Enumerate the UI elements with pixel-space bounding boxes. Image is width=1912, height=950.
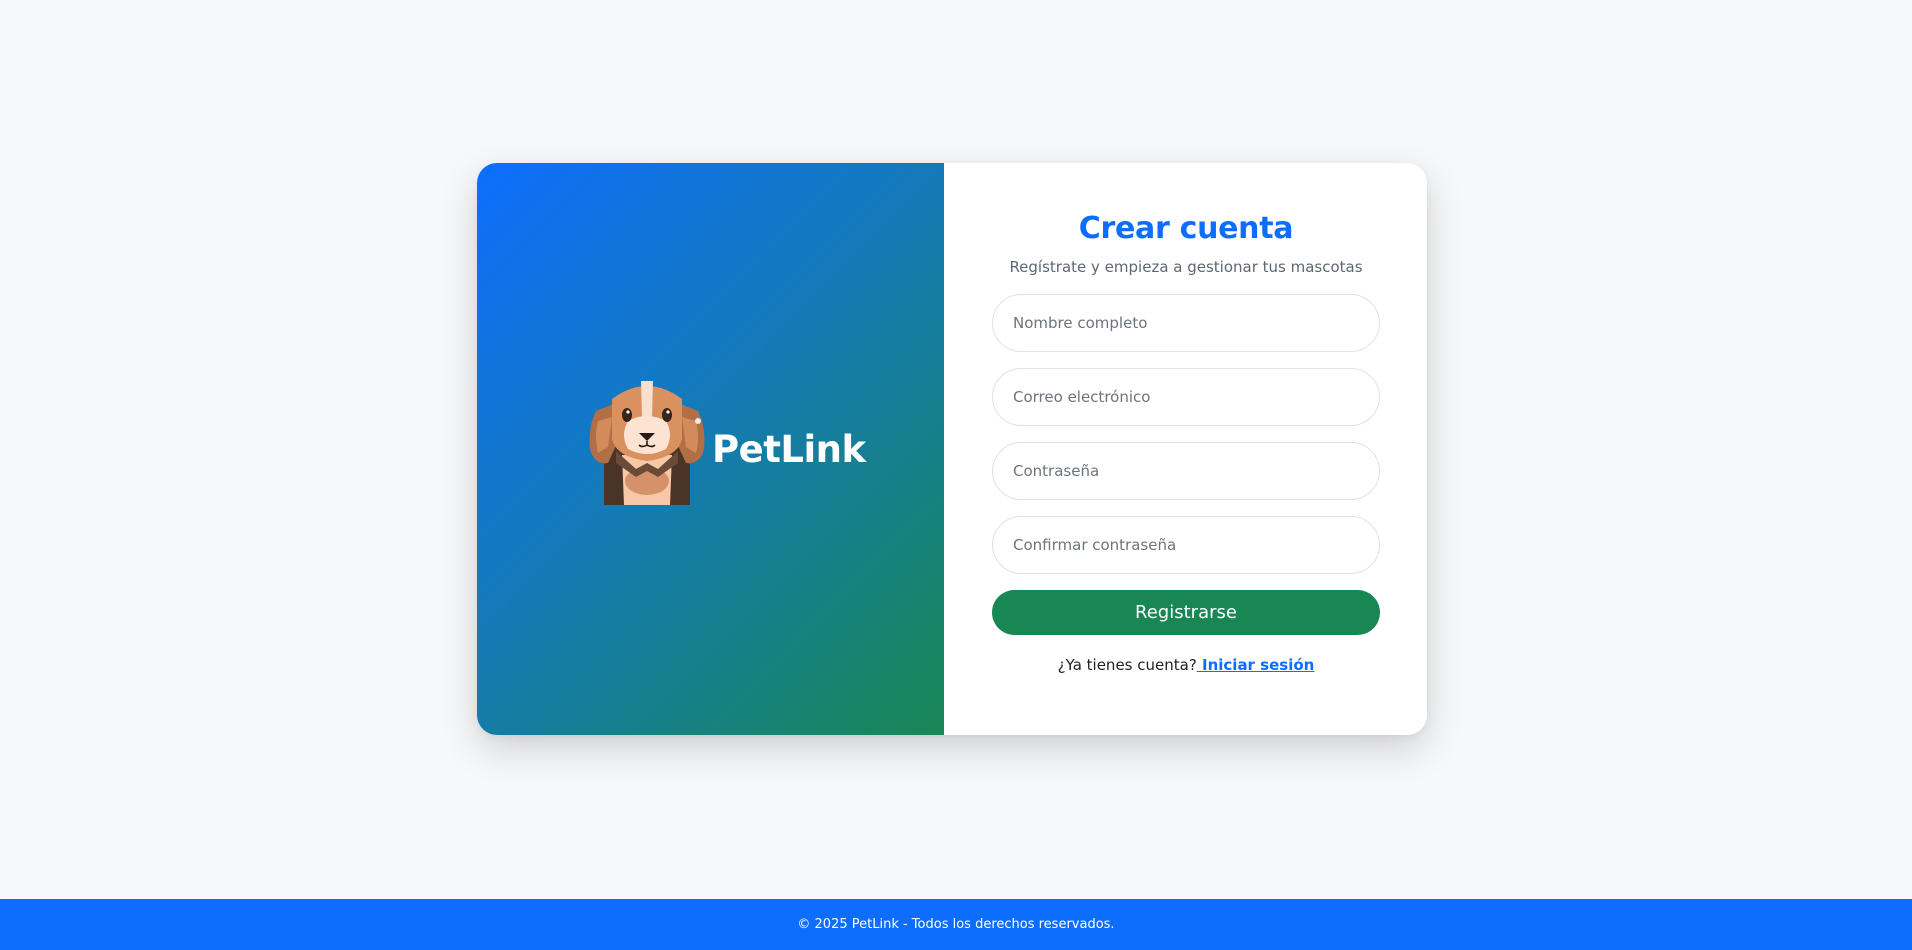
login-prompt-text: ¿Ya tienes cuenta? — [1057, 656, 1197, 674]
footer-copyright: © 2025 PetLink - Todos los derechos rese… — [797, 917, 1115, 932]
footer: © 2025 PetLink - Todos los derechos rese… — [0, 899, 1912, 950]
dog-icon — [589, 381, 705, 505]
register-button[interactable]: Registrarse — [992, 590, 1380, 635]
email-input[interactable] — [992, 368, 1380, 426]
form-title: Crear cuenta — [1078, 211, 1294, 246]
login-prompt-row: ¿Ya tienes cuenta? Iniciar sesión — [992, 655, 1380, 675]
signup-card: PetLink Crear cuenta Regístrate y empiez… — [477, 163, 1427, 735]
confirm-password-input[interactable] — [992, 516, 1380, 574]
brand-logo: PetLink — [586, 377, 866, 505]
login-link[interactable]: Iniciar sesión — [1197, 656, 1314, 674]
signup-form: Crear cuenta Regístrate y empieza a gest… — [992, 211, 1380, 675]
full-name-input[interactable] — [992, 294, 1380, 352]
brand-panel: PetLink — [477, 163, 944, 735]
password-input[interactable] — [992, 442, 1380, 500]
signup-form-panel: Crear cuenta Regístrate y empieza a gest… — [944, 163, 1427, 735]
brand-name: PetLink — [712, 427, 866, 471]
form-subtitle: Regístrate y empieza a gestionar tus mas… — [1009, 258, 1363, 276]
